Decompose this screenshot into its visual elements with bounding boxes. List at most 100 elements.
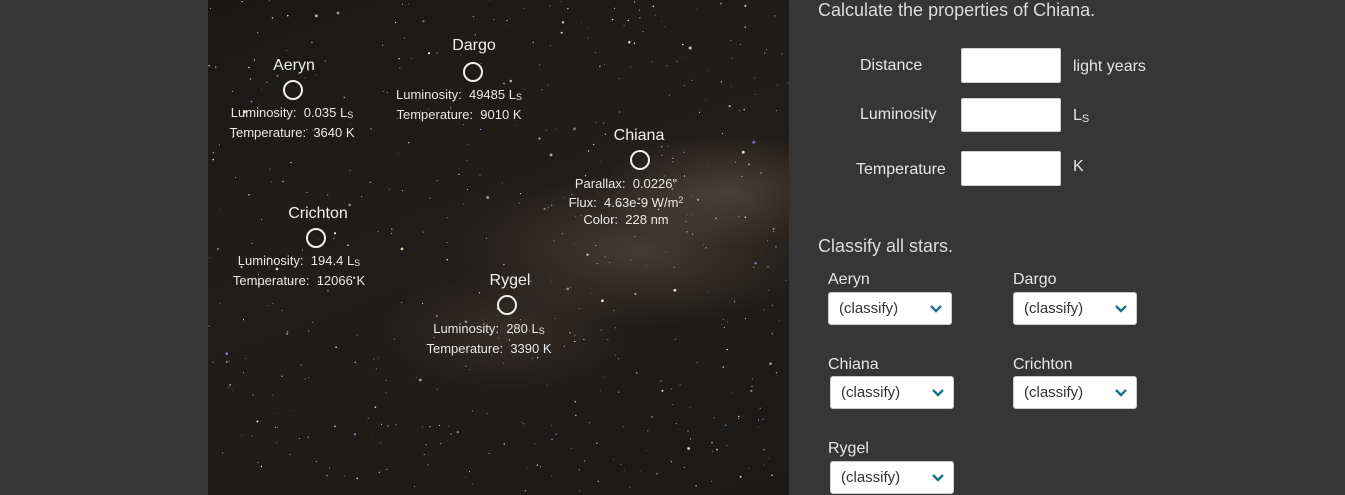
classify-select-crichton[interactable]: (classify) bbox=[1013, 376, 1137, 409]
background-star-dot bbox=[374, 406, 377, 408]
background-star-dot bbox=[683, 466, 685, 469]
star-marker-circle[interactable] bbox=[283, 80, 303, 100]
background-star-dot bbox=[738, 415, 740, 418]
background-star-dot bbox=[307, 330, 310, 332]
background-star-dot bbox=[415, 376, 417, 378]
background-star-dot bbox=[604, 133, 607, 135]
background-star-dot bbox=[731, 57, 733, 59]
background-star-dot bbox=[683, 175, 686, 177]
background-star-dot bbox=[730, 39, 732, 42]
background-star-dot bbox=[630, 259, 632, 261]
background-star-dot bbox=[447, 440, 449, 442]
star-info: Luminosity: 49485 LS Temperature: 9010 K bbox=[395, 87, 523, 122]
background-star-dot bbox=[476, 315, 478, 316]
background-star-dot bbox=[334, 425, 336, 428]
star-marker-circle[interactable] bbox=[463, 62, 483, 82]
background-star-dot bbox=[686, 231, 688, 233]
background-star-dot bbox=[560, 0, 562, 2]
background-star-dot bbox=[391, 228, 393, 230]
background-star-dot bbox=[633, 1, 636, 3]
background-star-dot bbox=[651, 416, 653, 418]
background-star-dot bbox=[673, 288, 677, 292]
classify-label-crichton: Crichton bbox=[1013, 356, 1073, 373]
classify-select-chiana[interactable]: (classify) bbox=[830, 376, 954, 409]
background-star-dot bbox=[245, 357, 247, 360]
luminosity-input[interactable] bbox=[961, 98, 1061, 132]
background-star-dot bbox=[549, 153, 553, 157]
background-star-dot bbox=[687, 447, 690, 450]
background-star-dot bbox=[547, 206, 550, 209]
background-star-dot bbox=[276, 74, 279, 78]
classify-select-aeryn[interactable]: (classify) bbox=[828, 292, 952, 325]
background-star-dot bbox=[651, 61, 653, 63]
classify-select-rygel[interactable]: (classify) bbox=[830, 461, 954, 494]
background-star-dot bbox=[336, 11, 340, 15]
background-star-dot bbox=[503, 443, 505, 445]
chevron-down-icon bbox=[1115, 389, 1127, 397]
background-star-dot bbox=[523, 88, 525, 90]
background-star-dot bbox=[269, 168, 272, 170]
background-star-dot bbox=[588, 422, 590, 424]
background-star-dot bbox=[286, 331, 289, 333]
chevron-down-icon bbox=[932, 389, 944, 397]
background-star-dot bbox=[574, 400, 577, 403]
background-star-dot bbox=[628, 41, 631, 44]
star-marker-circle[interactable] bbox=[306, 228, 326, 248]
background-star-dot bbox=[771, 304, 774, 306]
background-star-dot bbox=[248, 66, 250, 69]
background-star-dot bbox=[314, 14, 318, 18]
background-star-dot bbox=[748, 163, 750, 166]
background-star-dot bbox=[425, 444, 427, 446]
classify-select-dargo[interactable]: (classify) bbox=[1013, 292, 1137, 325]
background-star-dot bbox=[440, 443, 442, 445]
background-star-dot bbox=[759, 369, 761, 370]
background-star-dot bbox=[277, 412, 279, 414]
background-star-dot bbox=[741, 175, 743, 178]
background-star-dot bbox=[708, 291, 709, 292]
background-star-dot bbox=[614, 327, 616, 329]
background-star-dot bbox=[772, 227, 775, 231]
background-star-dot bbox=[521, 421, 523, 423]
background-star-dot bbox=[604, 256, 606, 258]
background-star-dot bbox=[381, 44, 384, 46]
background-star-dot bbox=[251, 394, 254, 396]
background-star-dot bbox=[744, 216, 747, 218]
background-star-dot bbox=[421, 302, 424, 305]
background-star-dot bbox=[228, 386, 230, 388]
background-star-dot bbox=[670, 461, 673, 463]
background-star-dot bbox=[630, 66, 632, 68]
background-star-dot bbox=[300, 364, 302, 366]
background-star-dot bbox=[385, 392, 387, 394]
background-star-dot bbox=[388, 188, 391, 190]
background-star-dot bbox=[209, 257, 211, 259]
background-star-dot bbox=[210, 8, 212, 10]
background-star-dot bbox=[776, 84, 778, 86]
background-star-dot bbox=[523, 7, 525, 9]
background-star-dot bbox=[561, 232, 564, 235]
background-star-dot bbox=[596, 442, 598, 444]
background-star-dot bbox=[509, 15, 510, 17]
luminosity-unit: LS bbox=[1073, 107, 1090, 125]
background-star-dot bbox=[720, 323, 722, 325]
background-star-dot bbox=[251, 435, 253, 437]
temperature-input[interactable] bbox=[961, 151, 1061, 186]
background-star-dot bbox=[274, 426, 276, 428]
background-star-dot bbox=[439, 424, 441, 426]
distance-input[interactable] bbox=[961, 48, 1061, 83]
star-marker-circle[interactable] bbox=[497, 295, 517, 315]
background-star-dot bbox=[497, 314, 499, 316]
background-star-dot bbox=[541, 89, 543, 91]
background-star-dot bbox=[566, 287, 570, 291]
background-star-dot bbox=[286, 333, 288, 335]
background-star-dot bbox=[486, 196, 490, 199]
background-star-dot bbox=[715, 217, 717, 219]
background-star-dot bbox=[527, 467, 529, 469]
background-star-dot bbox=[427, 464, 429, 466]
background-star-dot bbox=[618, 78, 620, 80]
background-star-dot bbox=[708, 207, 710, 209]
background-star-dot bbox=[775, 110, 777, 112]
star-marker-circle[interactable] bbox=[630, 150, 650, 170]
background-star-dot bbox=[720, 2, 722, 5]
background-star-dot bbox=[403, 37, 406, 39]
background-star-dot bbox=[622, 426, 624, 428]
